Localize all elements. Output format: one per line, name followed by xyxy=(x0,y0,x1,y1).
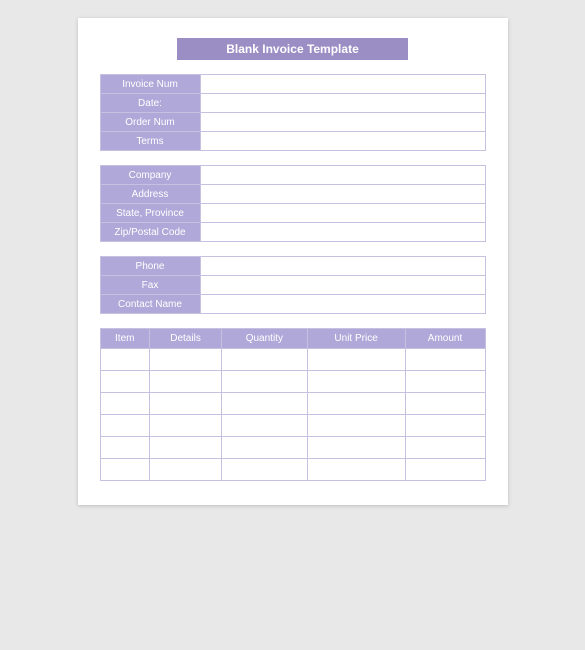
label-date: Date: xyxy=(101,94,201,112)
form-row: State, Province xyxy=(101,204,485,223)
label-phone: Phone xyxy=(101,257,201,275)
table-cell[interactable] xyxy=(307,459,405,481)
table-cell[interactable] xyxy=(222,393,308,415)
form-row: Terms xyxy=(101,132,485,150)
field-order-num[interactable] xyxy=(201,113,485,131)
label-invoice-num: Invoice Num xyxy=(101,75,201,93)
contact-info-section: Phone Fax Contact Name xyxy=(100,256,486,314)
field-company[interactable] xyxy=(201,166,485,184)
col-header-quantity: Quantity xyxy=(222,329,308,349)
label-address: Address xyxy=(101,185,201,203)
form-row: Fax xyxy=(101,276,485,295)
label-fax: Fax xyxy=(101,276,201,294)
page-title: Blank Invoice Template xyxy=(177,38,409,60)
invoice-info-section: Invoice Num Date: Order Num Terms xyxy=(100,74,486,151)
form-row: Company xyxy=(101,166,485,185)
table-cell[interactable] xyxy=(150,393,222,415)
invoice-page: Blank Invoice Template Invoice Num Date:… xyxy=(78,18,508,505)
table-cell[interactable] xyxy=(405,371,485,393)
col-header-amount: Amount xyxy=(405,329,485,349)
table-cell[interactable] xyxy=(150,349,222,371)
table-cell[interactable] xyxy=(100,459,150,481)
table-cell[interactable] xyxy=(222,371,308,393)
table-cell[interactable] xyxy=(405,459,485,481)
field-zip[interactable] xyxy=(201,223,485,241)
table-cell[interactable] xyxy=(100,393,150,415)
field-address[interactable] xyxy=(201,185,485,203)
table-cell[interactable] xyxy=(307,437,405,459)
label-contact: Contact Name xyxy=(101,295,201,313)
field-date[interactable] xyxy=(201,94,485,112)
table-cell[interactable] xyxy=(307,349,405,371)
table-cell[interactable] xyxy=(222,437,308,459)
col-header-unit-price: Unit Price xyxy=(307,329,405,349)
table-row[interactable] xyxy=(100,415,485,437)
form-row: Date: xyxy=(101,94,485,113)
table-row[interactable] xyxy=(100,393,485,415)
form-row: Contact Name xyxy=(101,295,485,313)
form-row: Invoice Num xyxy=(101,75,485,94)
table-cell[interactable] xyxy=(307,393,405,415)
table-row[interactable] xyxy=(100,371,485,393)
form-row: Zip/Postal Code xyxy=(101,223,485,241)
table-row[interactable] xyxy=(100,459,485,481)
table-cell[interactable] xyxy=(100,437,150,459)
label-terms: Terms xyxy=(101,132,201,150)
form-row: Order Num xyxy=(101,113,485,132)
form-row: Phone xyxy=(101,257,485,276)
table-cell[interactable] xyxy=(222,349,308,371)
invoice-table: Item Details Quantity Unit Price Amount xyxy=(100,328,486,481)
form-row: Address xyxy=(101,185,485,204)
table-cell[interactable] xyxy=(405,437,485,459)
company-info-section: Company Address State, Province Zip/Post… xyxy=(100,165,486,242)
table-cell[interactable] xyxy=(222,415,308,437)
table-cell[interactable] xyxy=(100,349,150,371)
field-terms[interactable] xyxy=(201,132,485,150)
table-cell[interactable] xyxy=(100,415,150,437)
table-cell[interactable] xyxy=(150,371,222,393)
table-cell[interactable] xyxy=(150,459,222,481)
table-cell[interactable] xyxy=(150,437,222,459)
table-cell[interactable] xyxy=(100,371,150,393)
table-cell[interactable] xyxy=(307,415,405,437)
field-fax[interactable] xyxy=(201,276,485,294)
table-cell[interactable] xyxy=(307,371,405,393)
table-cell[interactable] xyxy=(405,393,485,415)
field-contact[interactable] xyxy=(201,295,485,313)
field-invoice-num[interactable] xyxy=(201,75,485,93)
table-cell[interactable] xyxy=(150,415,222,437)
col-header-details: Details xyxy=(150,329,222,349)
label-company: Company xyxy=(101,166,201,184)
table-cell[interactable] xyxy=(405,349,485,371)
table-cell[interactable] xyxy=(222,459,308,481)
col-header-item: Item xyxy=(100,329,150,349)
field-state[interactable] xyxy=(201,204,485,222)
table-cell[interactable] xyxy=(405,415,485,437)
label-zip: Zip/Postal Code xyxy=(101,223,201,241)
label-order-num: Order Num xyxy=(101,113,201,131)
field-phone[interactable] xyxy=(201,257,485,275)
label-state: State, Province xyxy=(101,204,201,222)
table-row[interactable] xyxy=(100,349,485,371)
table-row[interactable] xyxy=(100,437,485,459)
